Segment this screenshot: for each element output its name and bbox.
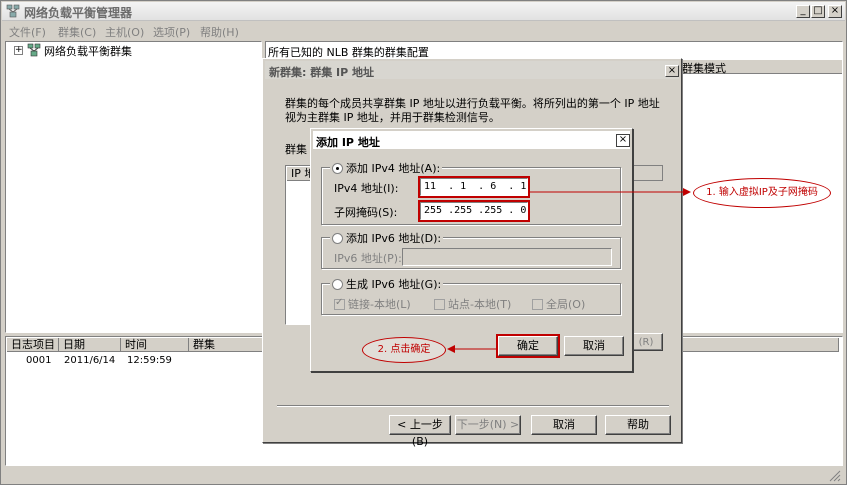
annotation-note1: 1. 输入虚拟IP及子网掩码 <box>693 178 831 208</box>
annotation-arrows <box>447 188 691 353</box>
annotation-note2: 2. 点击确定 <box>362 337 446 363</box>
